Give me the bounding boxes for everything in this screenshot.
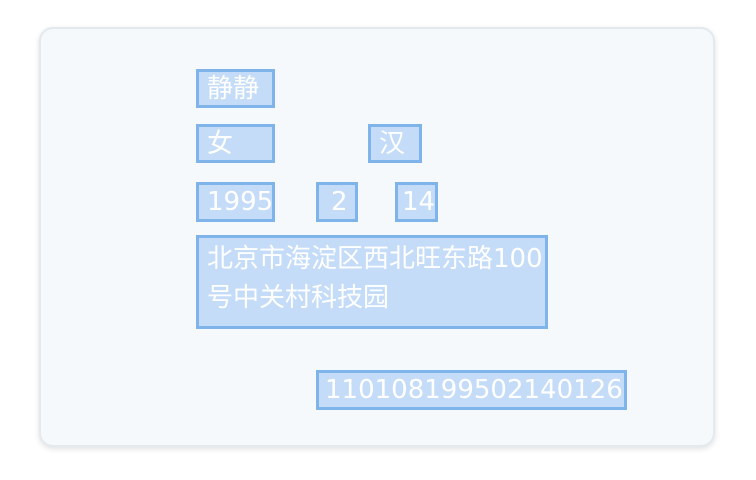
ethnicity-value[interactable]: 汉: [368, 124, 422, 163]
name-value[interactable]: 静静: [196, 69, 275, 108]
gender-value[interactable]: 女: [196, 124, 275, 163]
address-value[interactable]: 北京市海淀区西北旺东路100号中关村科技园: [196, 235, 548, 329]
birth-month-value[interactable]: 2: [316, 182, 358, 222]
id-number-value[interactable]: 110108199502140126: [316, 370, 627, 410]
birth-year-value[interactable]: 1995: [196, 182, 275, 222]
birth-day-value[interactable]: 14: [395, 182, 438, 222]
